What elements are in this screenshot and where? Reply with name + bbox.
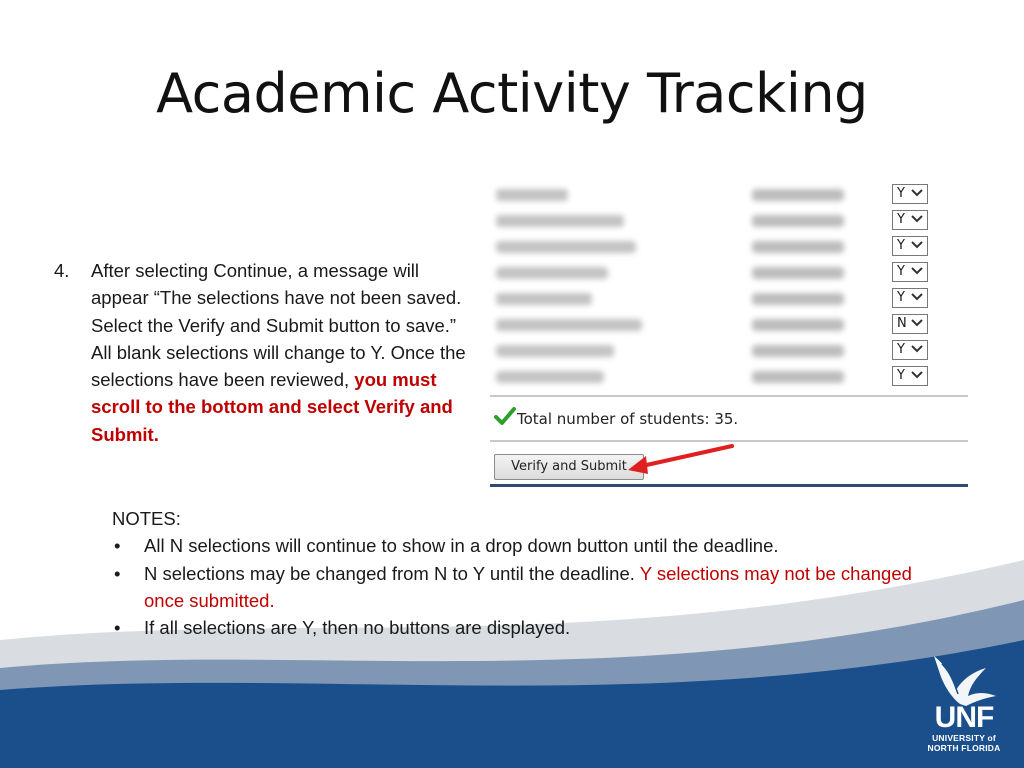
chevron-down-icon: [911, 371, 923, 379]
note-item: • N selections may be changed from N to Y…: [112, 560, 912, 615]
blurred-student-name: [496, 293, 592, 305]
blurred-student-name: [496, 241, 636, 253]
blurred-student-name: [496, 345, 614, 357]
notes-list: • All N selections will continue to show …: [112, 532, 912, 641]
blurred-student-name: [496, 189, 568, 201]
attendance-select[interactable]: Y: [892, 366, 928, 386]
student-row: Y: [490, 208, 970, 234]
student-row: N: [490, 312, 970, 338]
blurred-student-id: [752, 371, 844, 383]
blurred-student-id: [752, 319, 844, 331]
chevron-down-icon: [911, 293, 923, 301]
blurred-student-id: [752, 345, 844, 357]
notes-section: NOTES: • All N selections will continue t…: [112, 505, 912, 641]
total-students-label: Total number of students: 35.: [517, 410, 739, 428]
student-row: Y: [490, 234, 970, 260]
bullet: •: [114, 617, 121, 639]
divider: [490, 395, 968, 397]
attendance-select[interactable]: N: [892, 314, 928, 334]
logo-line-1: UNIVERSITY of: [932, 733, 996, 743]
attendance-select[interactable]: Y: [892, 210, 928, 230]
chevron-down-icon: [911, 267, 923, 275]
blurred-student-id: [752, 267, 844, 279]
attendance-select[interactable]: Y: [892, 262, 928, 282]
step-number: 4.: [54, 260, 70, 281]
student-row: Y: [490, 260, 970, 286]
logo-line-2: NORTH FLORIDA: [927, 743, 1001, 753]
student-row: Y: [490, 338, 970, 364]
attendance-select[interactable]: Y: [892, 340, 928, 360]
red-arrow-icon: [628, 444, 734, 474]
roster-screenshot: Y Y Y Y Y N Y Y Total number of students: [490, 178, 970, 490]
blurred-student-id: [752, 215, 844, 227]
panel-bottom-border: [490, 484, 968, 487]
unf-logo: UNF UNIVERSITY of NORTH FLORIDA: [918, 701, 1010, 754]
blurred-student-id: [752, 293, 844, 305]
student-row: Y: [490, 286, 970, 312]
chevron-down-icon: [911, 189, 923, 197]
student-row: Y: [490, 182, 970, 208]
chevron-down-icon: [911, 319, 923, 327]
slide-title: Academic Activity Tracking: [156, 62, 868, 125]
checkmark-icon: [494, 407, 516, 425]
attendance-select[interactable]: Y: [892, 184, 928, 204]
note-item: • If all selections are Y, then no button…: [112, 614, 912, 641]
step-4-instructions: 4. After selecting Continue, a message w…: [54, 257, 474, 448]
blurred-student-id: [752, 241, 844, 253]
step-body: After selecting Continue, a message will…: [91, 257, 474, 448]
blurred-student-name: [496, 371, 604, 383]
chevron-down-icon: [911, 215, 923, 223]
student-row: Y: [490, 364, 970, 390]
blurred-student-name: [496, 215, 624, 227]
bullet: •: [114, 562, 121, 584]
note-item: • All N selections will continue to show …: [112, 532, 912, 559]
blurred-student-name: [496, 319, 642, 331]
chevron-down-icon: [911, 345, 923, 353]
logo-abbr: UNF: [934, 701, 995, 734]
blurred-student-name: [496, 267, 608, 279]
chevron-down-icon: [911, 241, 923, 249]
blurred-student-id: [752, 189, 844, 201]
bullet: •: [114, 535, 121, 557]
notes-heading: NOTES:: [112, 508, 181, 529]
attendance-select[interactable]: Y: [892, 288, 928, 308]
attendance-select[interactable]: Y: [892, 236, 928, 256]
